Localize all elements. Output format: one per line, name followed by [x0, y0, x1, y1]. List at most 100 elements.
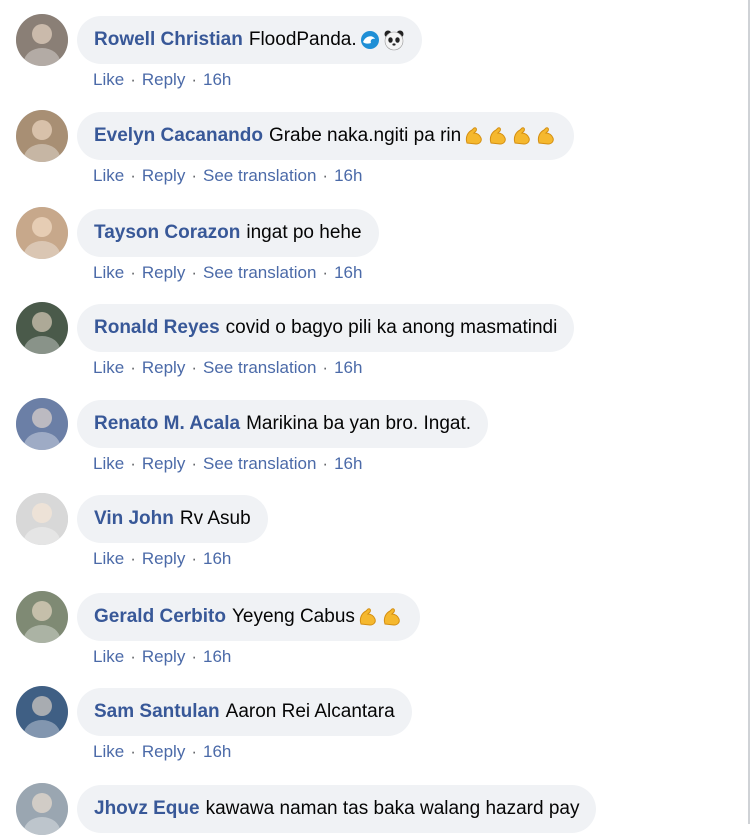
avatar[interactable] [16, 686, 68, 738]
separator: · [130, 263, 136, 282]
reply-button[interactable]: Reply [142, 647, 185, 666]
comment-text: Grabe naka.ngiti pa rin [268, 125, 462, 146]
reply-button[interactable]: Reply [142, 358, 185, 377]
comment-bubble: Rowell Christian FloodPanda. [77, 16, 422, 64]
timestamp-link[interactable]: 16h [334, 166, 362, 185]
separator: · [191, 166, 197, 185]
reply-button[interactable]: Reply [142, 742, 185, 761]
comment-actions: Like · Reply · 16h [93, 70, 231, 90]
muscle-emoji [463, 125, 485, 147]
reply-button[interactable]: Reply [142, 70, 185, 89]
see-translation-link[interactable]: See translation [203, 358, 316, 377]
like-button[interactable]: Like [93, 742, 124, 761]
reply-button[interactable]: Reply [142, 549, 185, 568]
wave-emoji [359, 29, 381, 51]
like-button[interactable]: Like [93, 70, 124, 89]
separator: · [191, 647, 197, 666]
timestamp-link[interactable]: 16h [203, 742, 231, 761]
muscle-emoji [487, 125, 509, 147]
reply-button[interactable]: Reply [142, 263, 185, 282]
separator: · [130, 549, 136, 568]
avatar[interactable] [16, 493, 68, 545]
like-button[interactable]: Like [93, 454, 124, 473]
avatar[interactable] [16, 591, 68, 643]
comment-bubble: Gerald Cerbito Yeyeng Cabus [77, 593, 420, 641]
comment-bubble: Sam Santulan Aaron Rei Alcantara [77, 688, 412, 736]
comment-author[interactable]: Evelyn Cacanando [94, 125, 263, 147]
comment-text: kawawa naman tas baka walang hazard pay [205, 798, 580, 819]
like-button[interactable]: Like [93, 263, 124, 282]
separator: · [322, 454, 329, 473]
avatar[interactable] [16, 302, 68, 354]
comment-actions: Like · Reply · See translation · 16h [93, 263, 362, 283]
comment-author[interactable]: Sam Santulan [94, 701, 220, 723]
timestamp-link[interactable]: 16h [203, 549, 231, 568]
comment-actions: Like · Reply · See translation · 16h [93, 166, 362, 186]
like-button[interactable]: Like [93, 358, 124, 377]
avatar[interactable] [16, 783, 68, 835]
comment-author[interactable]: Gerald Cerbito [94, 606, 226, 628]
comment-actions: Like · Reply · 16h [93, 647, 231, 667]
comment-text: Yeyeng Cabus [231, 606, 355, 627]
comment-bubble: Vin John Rv Asub [77, 495, 268, 543]
separator: · [191, 358, 197, 377]
comment-author[interactable]: Jhovz Eque [94, 798, 200, 820]
see-translation-link[interactable]: See translation [203, 166, 316, 185]
comment-author[interactable]: Ronald Reyes [94, 317, 220, 339]
see-translation-link[interactable]: See translation [203, 454, 316, 473]
comment-bubble: Jhovz Eque kawawa naman tas baka walang h… [77, 785, 597, 833]
separator: · [322, 358, 329, 377]
like-button[interactable]: Like [93, 166, 124, 185]
separator: · [322, 166, 329, 185]
like-button[interactable]: Like [93, 549, 124, 568]
muscle-emoji [381, 606, 403, 628]
comment-text: covid o bagyo pili ka anong masmatindi [225, 317, 558, 338]
comment-author[interactable]: Rowell Christian [94, 29, 243, 51]
avatar[interactable] [16, 14, 68, 66]
comment-actions: Like · Reply · 16h [93, 549, 231, 569]
separator: · [130, 742, 136, 761]
see-translation-link[interactable]: See translation [203, 263, 316, 282]
separator: · [130, 166, 136, 185]
reply-button[interactable]: Reply [142, 454, 185, 473]
muscle-emoji [535, 125, 557, 147]
reply-button[interactable]: Reply [142, 166, 185, 185]
comment-bubble: Renato M. Acala Marikina ba yan bro. Inga… [77, 400, 489, 448]
separator: · [191, 549, 197, 568]
comment-bubble: Tayson Corazon ingat po hehe [77, 209, 379, 257]
avatar[interactable] [16, 110, 68, 162]
separator: · [322, 263, 329, 282]
comment-author[interactable]: Tayson Corazon [94, 222, 240, 244]
separator: · [191, 70, 197, 89]
avatar[interactable] [16, 207, 68, 259]
comment-text: Aaron Rei Alcantara [225, 701, 395, 722]
comment-author[interactable]: Vin John [94, 508, 174, 530]
comment-bubble: Evelyn Cacanando Grabe naka.ngiti pa rin [77, 112, 575, 160]
separator: · [191, 742, 197, 761]
separator: · [191, 454, 197, 473]
separator: · [130, 358, 136, 377]
timestamp-link[interactable]: 16h [334, 358, 362, 377]
comment-text: ingat po hehe [246, 222, 362, 243]
avatar[interactable] [16, 398, 68, 450]
comment-text: FloodPanda. [248, 29, 357, 50]
timestamp-link[interactable]: 16h [334, 263, 362, 282]
like-button[interactable]: Like [93, 647, 124, 666]
comment-actions: Like · Reply · See translation · 16h [93, 358, 362, 378]
muscle-emoji [357, 606, 379, 628]
comment-actions: Like · Reply · See translation · 16h [93, 454, 362, 474]
separator: · [130, 647, 136, 666]
separator: · [191, 263, 197, 282]
muscle-emoji [511, 125, 533, 147]
timestamp-link[interactable]: 16h [334, 454, 362, 473]
comment-text: Marikina ba yan bro. Ingat. [246, 413, 472, 434]
comment-text: Rv Asub [179, 508, 251, 529]
timestamp-link[interactable]: 16h [203, 647, 231, 666]
timestamp-link[interactable]: 16h [203, 70, 231, 89]
separator: · [130, 70, 136, 89]
separator: · [130, 454, 136, 473]
panda-emoji [383, 29, 405, 51]
comment-author[interactable]: Renato M. Acala [94, 413, 240, 435]
comment-bubble: Ronald Reyes covid o bagyo pili ka anong … [77, 304, 575, 352]
comment-actions: Like · Reply · 16h [93, 742, 231, 762]
